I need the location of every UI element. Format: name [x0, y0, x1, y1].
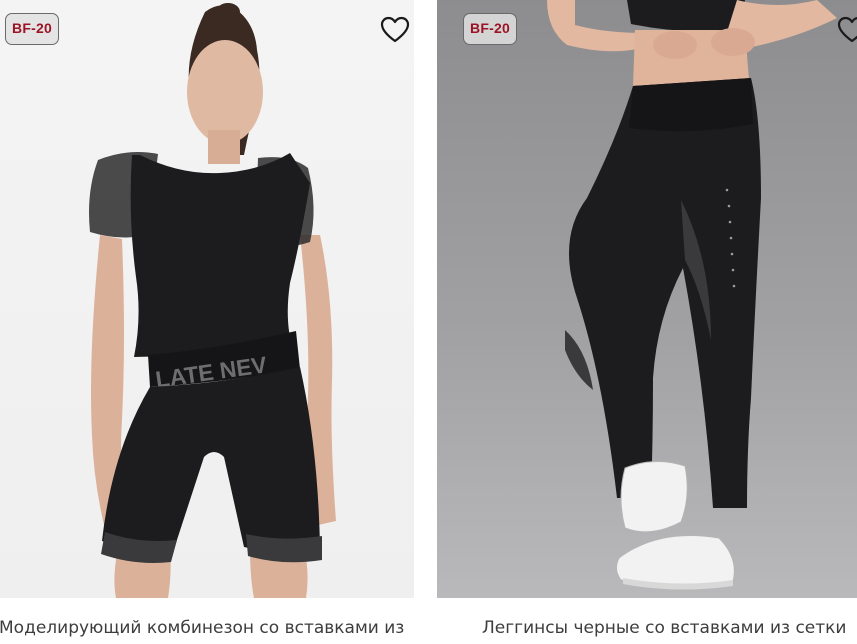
- product-image[interactable]: BF-20: [437, 0, 857, 598]
- product-image[interactable]: LATE NEV BF-20: [0, 0, 414, 598]
- heart-outline-icon[interactable]: [380, 16, 410, 44]
- product-name[interactable]: Леггинсы черные со вставками из сетки: [482, 616, 846, 640]
- product-card[interactable]: LATE NEV BF-20 Моделирующий комбинезон с…: [0, 0, 414, 638]
- product-card[interactable]: BF-20 Леггинсы черные со вставками из се…: [437, 0, 857, 638]
- product-grid: LATE NEV BF-20 Моделирующий комбинезон с…: [0, 0, 857, 644]
- product-photo-bodysuit: LATE NEV: [89, 3, 336, 598]
- product-photo-leggings: [547, 0, 837, 590]
- discount-badge: BF-20: [463, 13, 517, 45]
- heart-outline-icon[interactable]: [837, 16, 857, 44]
- product-name[interactable]: Моделирующий комбинезон со вставками из: [0, 616, 404, 640]
- discount-badge: BF-20: [5, 13, 59, 45]
